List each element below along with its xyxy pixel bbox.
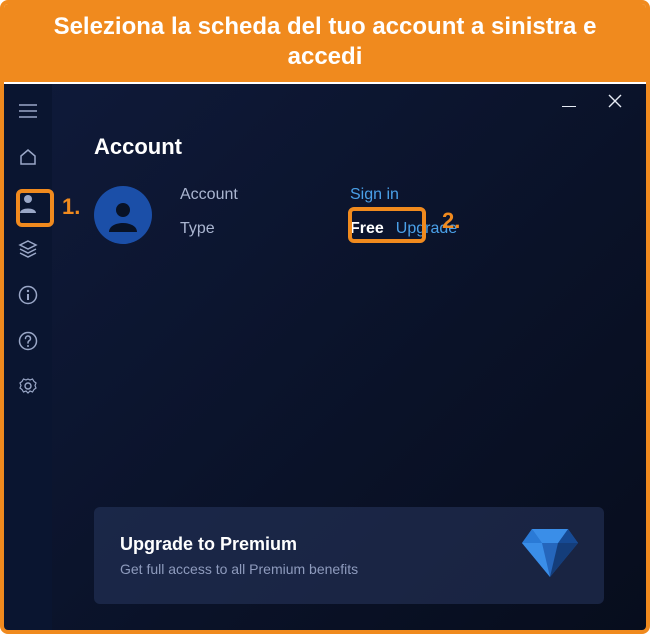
layers-icon [18,239,38,259]
upgrade-link[interactable]: Upgrade [396,220,457,238]
menu-icon [19,104,37,118]
home-icon [18,147,38,167]
sidebar-settings-button[interactable] [17,376,39,398]
info-icon [18,285,38,305]
instruction-text: Seleziona la scheda del tuo account a si… [54,13,597,70]
sidebar [4,84,52,630]
avatar-person-icon [104,196,142,234]
close-button[interactable] [606,94,624,113]
sidebar-home-button[interactable] [17,146,39,168]
minimize-button[interactable] [560,94,578,112]
account-info-row: Account Sign in Type Free Upgrade [94,186,604,244]
promo-text-block: Upgrade to Premium Get full access to al… [120,534,358,577]
app-window: Account Account Sign in Type Free Upgrad… [4,84,646,630]
sidebar-help-button[interactable] [17,330,39,352]
window-titlebar [560,84,646,122]
account-info-grid: Account Sign in Type Free Upgrade [180,186,457,238]
page-title: Account [94,134,604,160]
sidebar-info-button[interactable] [17,284,39,306]
signin-link[interactable]: Sign in [350,186,399,204]
help-icon [18,331,38,351]
main-content: Account Account Sign in Type Free Upgrad… [52,84,646,630]
person-icon [19,193,37,213]
sidebar-layers-button[interactable] [17,238,39,260]
promo-title: Upgrade to Premium [120,534,358,555]
account-label: Account [180,186,310,204]
close-icon [608,94,622,108]
promo-subtitle: Get full access to all Premium benefits [120,561,358,577]
type-value: Free [350,220,384,238]
upgrade-promo-card[interactable]: Upgrade to Premium Get full access to al… [94,507,604,604]
sidebar-menu-button[interactable] [17,100,39,122]
diamond-icon [522,529,578,582]
avatar [94,186,152,244]
sidebar-account-button[interactable] [17,192,39,214]
instruction-banner: Seleziona la scheda del tuo account a si… [4,4,646,82]
type-label: Type [180,220,310,238]
minimize-icon [562,106,576,107]
gear-icon [18,377,38,397]
